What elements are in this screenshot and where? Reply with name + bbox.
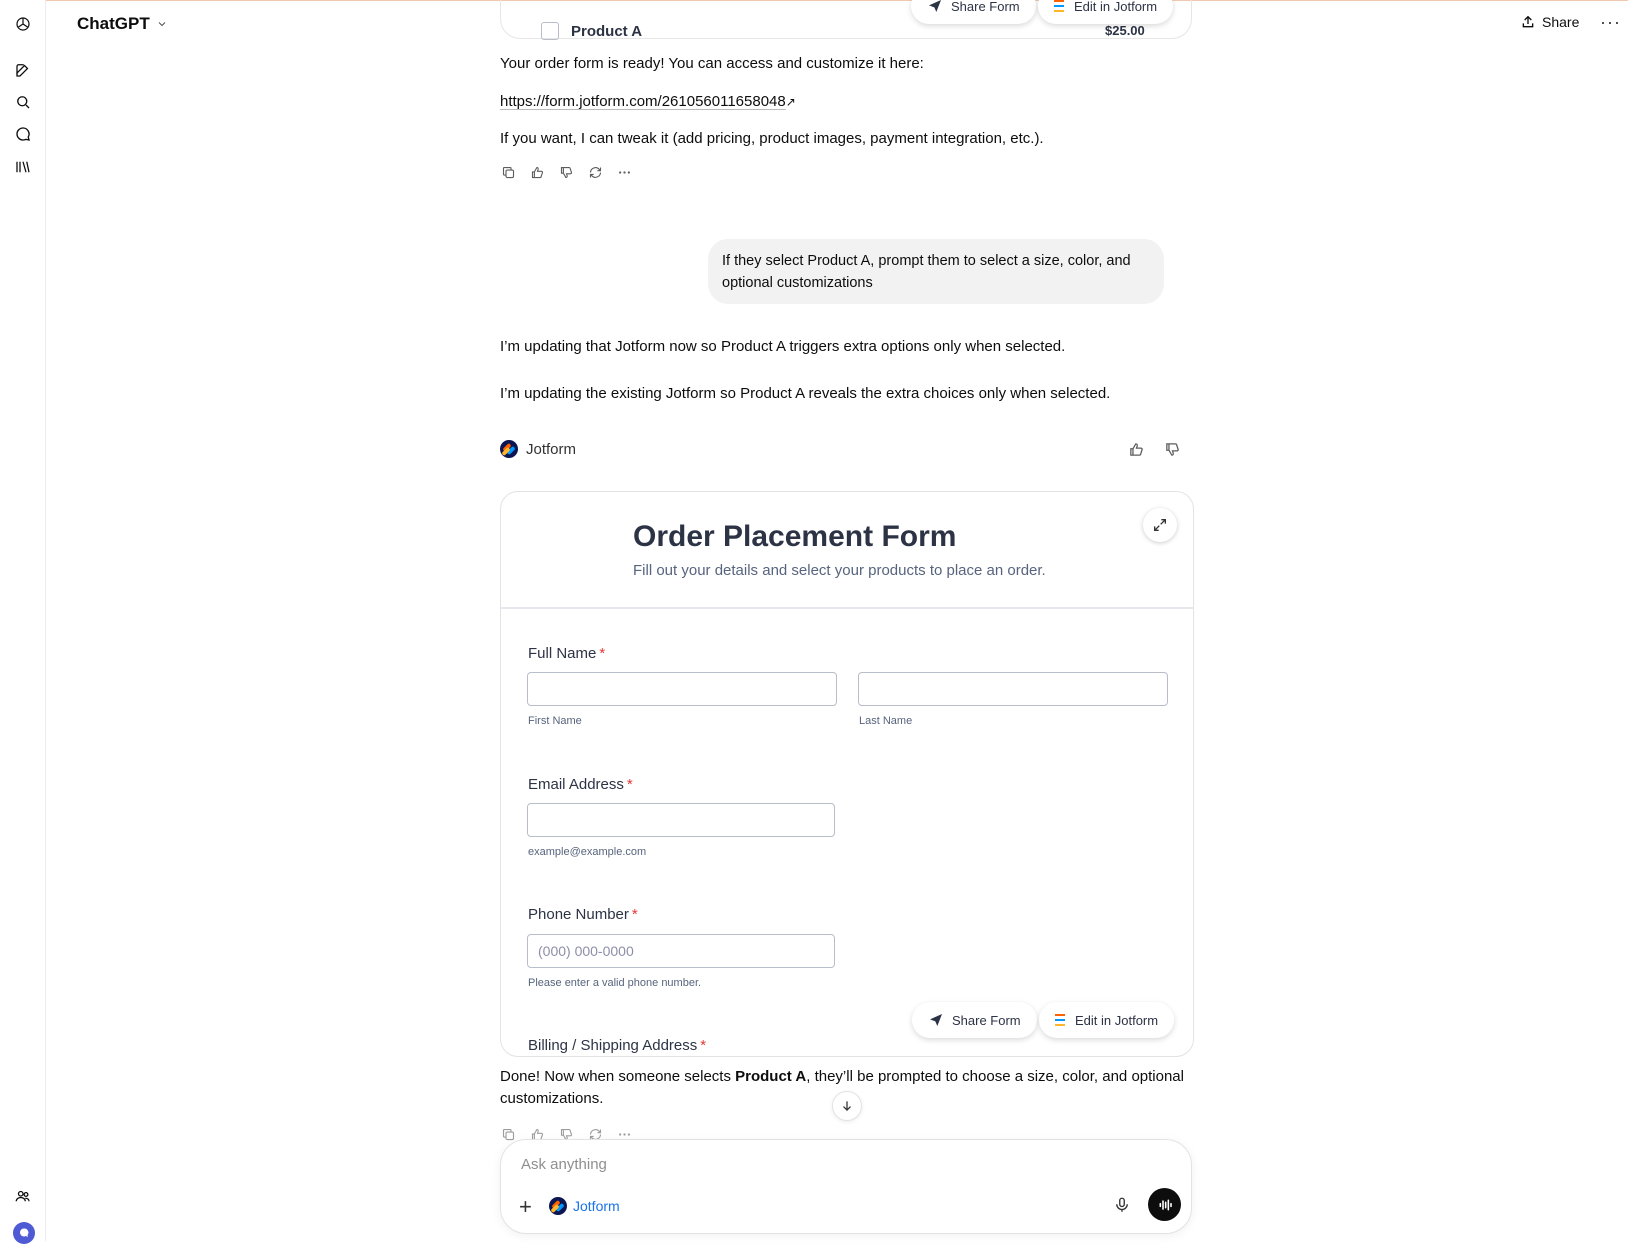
thumbs-up-icon[interactable] (1128, 441, 1145, 463)
email-label: Email Address * (528, 776, 633, 793)
edit-in-jotform-button-top[interactable]: Edit in Jotform (1038, 0, 1174, 24)
assistant-message-line: Your order form is ready! You can access… (500, 55, 924, 72)
product-checkbox[interactable] (541, 22, 559, 40)
microphone-icon[interactable] (1113, 1196, 1131, 1219)
prompt-input[interactable]: Ask anything (521, 1156, 607, 1173)
more-dots-icon[interactable] (616, 164, 632, 180)
sidebar-rail (0, 0, 46, 1244)
new-chat-icon[interactable] (12, 59, 34, 81)
user-message-bubble: If they select Product A, prompt them to… (708, 239, 1164, 304)
full-name-label: Full Name * (528, 645, 606, 662)
scroll-down-button[interactable] (832, 1091, 862, 1121)
first-name-input[interactable] (527, 672, 837, 706)
required-mark: * (626, 776, 633, 793)
message-actions (500, 164, 1192, 180)
voice-mode-button[interactable] (1148, 1188, 1181, 1221)
jotform-tool-chip[interactable]: Jotform (549, 1197, 620, 1215)
assistant-message-line: I’m updating the existing Jotform so Pro… (500, 385, 1111, 402)
email-input[interactable] (527, 803, 835, 837)
model-selector[interactable]: ChatGPT (77, 14, 168, 34)
arrow-down-icon (843, 1101, 851, 1111)
product-price: $25.00 (1105, 23, 1145, 38)
paper-plane-icon (930, 1014, 942, 1026)
form-link-row: https://form.jotform.com/261056011658048… (500, 91, 1192, 113)
required-mark: * (631, 906, 638, 923)
regenerate-icon[interactable] (587, 164, 603, 180)
form-link[interactable]: https://form.jotform.com/261056011658048 (500, 93, 786, 110)
waveform-icon (1159, 1199, 1172, 1210)
users-icon[interactable] (12, 1185, 34, 1207)
required-mark: * (700, 1037, 707, 1054)
jotform-logo-icon (500, 440, 518, 458)
share-form-button[interactable]: Share Form (912, 1002, 1037, 1038)
app-block-header: Jotform (500, 440, 1192, 462)
address-label: Billing / Shipping Address * (528, 1037, 707, 1054)
thumbs-down-icon[interactable] (1164, 441, 1181, 463)
phone-hint: Please enter a valid phone number. (528, 977, 702, 989)
openai-logo-icon[interactable] (12, 13, 34, 35)
external-link-icon: ↗ (785, 95, 796, 109)
email-hint: example@example.com (528, 846, 647, 858)
search-icon[interactable] (12, 91, 34, 113)
edit-in-jotform-button[interactable]: Edit in Jotform (1039, 1002, 1175, 1038)
jotform-logo-icon (549, 1197, 567, 1215)
form-header: Order Placement Form Fill out your detai… (501, 492, 1193, 609)
composer: Ask anything + Jotform (500, 1139, 1192, 1234)
thumbs-up-icon[interactable] (529, 164, 545, 180)
assistant-message-line: I’m updating that Jotform now so Product… (500, 338, 1066, 355)
share-button[interactable]: Share (1520, 14, 1579, 30)
copy-icon[interactable] (500, 1126, 516, 1142)
share-form-button-top[interactable]: Share Form (911, 0, 1036, 24)
copy-icon[interactable] (500, 164, 516, 180)
chat-bubble-icon[interactable] (12, 123, 34, 145)
share-upload-icon (1522, 15, 1534, 28)
paper-plane-icon (929, 0, 941, 12)
app-title: ChatGPT (77, 14, 150, 33)
first-name-hint: First Name (528, 715, 582, 727)
assistant-message-line: If you want, I can tweak it (add pricing… (500, 130, 1044, 147)
last-name-hint: Last Name (859, 715, 913, 727)
form-title: Order Placement Form (633, 520, 957, 553)
more-options-icon[interactable]: ··· (1600, 12, 1621, 33)
last-name-input[interactable] (858, 672, 1168, 706)
app-name-row: Jotform (500, 440, 576, 458)
phone-input[interactable]: (000) 000-0000 (527, 934, 835, 968)
jotform-embed-card: Order Placement Form Fill out your detai… (500, 491, 1194, 1057)
thumbs-down-icon[interactable] (558, 164, 574, 180)
expand-icon[interactable] (1143, 508, 1177, 542)
chevron-down-icon (158, 22, 166, 27)
jotform-lines-icon (1055, 1014, 1065, 1026)
jotform-lines-icon (1054, 0, 1064, 12)
required-mark: * (599, 645, 606, 662)
phone-label: Phone Number * (528, 906, 638, 923)
app-name: Jotform (526, 440, 577, 458)
product-label: Product A (571, 23, 643, 40)
form-subtitle: Fill out your details and select your pr… (633, 562, 1046, 579)
library-icon[interactable] (12, 156, 34, 178)
plus-icon[interactable]: + (519, 1196, 532, 1218)
